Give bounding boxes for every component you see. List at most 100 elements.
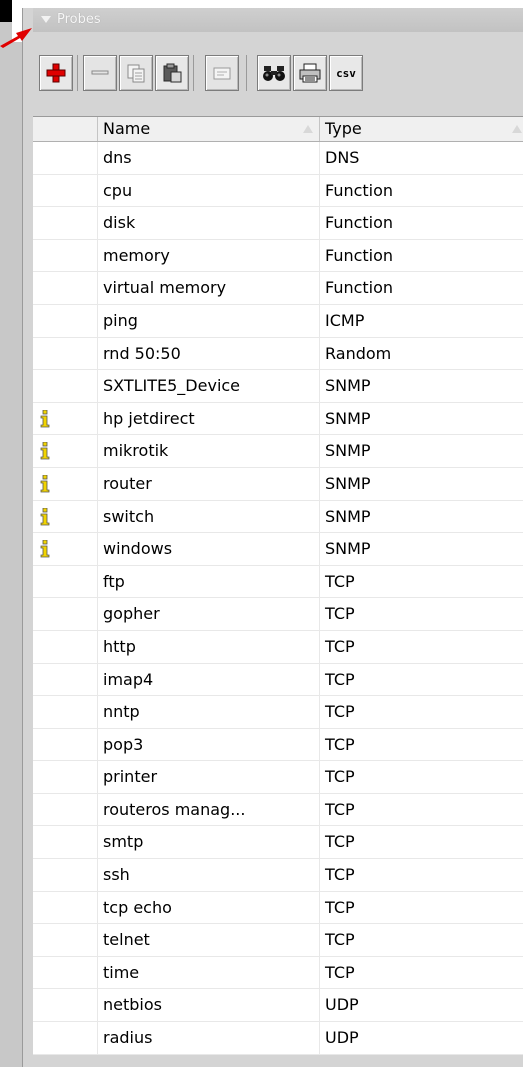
print-button[interactable] xyxy=(293,55,327,91)
probe-type: SNMP xyxy=(325,376,371,396)
probe-name: windows xyxy=(98,533,320,565)
table-row[interactable]: radius UDP xyxy=(33,1022,523,1055)
table-row[interactable]: windows SNMP xyxy=(33,533,523,566)
probe-type: TCP xyxy=(325,832,355,852)
probe-type: TCP xyxy=(325,930,355,950)
table-row[interactable]: telnet TCP xyxy=(33,924,523,957)
paste-button[interactable] xyxy=(155,55,189,91)
table-row[interactable]: rnd 50:50 Random xyxy=(33,337,523,371)
csv-label: csv xyxy=(336,66,356,80)
row-icon-cell xyxy=(33,239,98,272)
row-icon-cell xyxy=(33,142,98,174)
toolbar: csv xyxy=(33,34,523,91)
probe-name: telnet xyxy=(98,924,320,956)
table-row[interactable]: routeros manag... TCP xyxy=(33,793,523,827)
probe-name: virtual memory xyxy=(98,272,320,304)
table-row[interactable]: dns DNS xyxy=(33,142,523,175)
probe-name: ping xyxy=(98,304,320,337)
table-row[interactable]: time TCP xyxy=(33,956,523,990)
row-icon-cell xyxy=(33,533,98,565)
row-icon-cell xyxy=(33,989,98,1022)
probe-name: ftp xyxy=(98,565,320,598)
red-arrow-annotation xyxy=(0,28,32,48)
probe-type: TCP xyxy=(325,962,355,982)
probe-type: UDP xyxy=(325,1028,359,1048)
column-header-type[interactable]: Type xyxy=(320,117,523,141)
table-header: Name Type xyxy=(33,117,523,142)
row-icon-cell xyxy=(33,956,98,989)
probe-name: radius xyxy=(98,1022,320,1054)
toolbar-separator xyxy=(77,55,78,91)
table-row[interactable]: memory Function xyxy=(33,239,523,273)
probe-type: Function xyxy=(325,180,394,200)
table-row[interactable]: router SNMP xyxy=(33,467,523,501)
table-row[interactable]: imap4 TCP xyxy=(33,663,523,697)
row-icon-cell xyxy=(33,891,98,924)
table-row[interactable]: cpu Function xyxy=(33,174,523,208)
probe-name: mikrotik xyxy=(98,435,320,467)
toolbar-separator xyxy=(193,55,194,91)
info-icon xyxy=(40,474,50,493)
toolbar-separator xyxy=(246,55,247,91)
table-row[interactable]: mikrotik SNMP xyxy=(33,435,523,468)
table-row[interactable]: ftp TCP xyxy=(33,565,523,599)
table-row[interactable]: SXTLITE5_Device SNMP xyxy=(33,370,523,403)
table-row[interactable]: netbios UDP xyxy=(33,989,523,1023)
row-icon-cell xyxy=(33,304,98,337)
probe-type: Function xyxy=(325,278,394,298)
probe-type: DNS xyxy=(325,148,360,167)
table-row[interactable]: http TCP xyxy=(33,630,523,664)
column-header-icon[interactable] xyxy=(33,117,98,141)
table-row[interactable]: disk Function xyxy=(33,207,523,240)
row-icon-cell xyxy=(33,924,98,956)
copy-button[interactable] xyxy=(119,55,153,91)
sort-arrow-icon xyxy=(303,125,313,133)
paste-icon xyxy=(163,63,182,83)
row-icon-cell xyxy=(33,761,98,793)
probe-name: printer xyxy=(98,761,320,793)
probe-name: dns xyxy=(98,142,320,174)
add-button[interactable] xyxy=(39,55,73,91)
table-row[interactable]: ping ICMP xyxy=(33,304,523,338)
probe-type: TCP xyxy=(325,604,355,624)
panel-header[interactable]: Probes xyxy=(33,8,523,32)
probe-type: SNMP xyxy=(325,408,371,428)
table-row[interactable]: virtual memory Function xyxy=(33,272,523,305)
probe-name: cpu xyxy=(98,174,320,207)
probe-type: TCP xyxy=(325,702,355,722)
row-icon-cell xyxy=(33,370,98,402)
csv-export-button[interactable]: csv xyxy=(329,55,363,91)
row-icon-cell xyxy=(33,174,98,207)
table-row[interactable]: tcp echo TCP xyxy=(33,891,523,925)
column-header-name[interactable]: Name xyxy=(98,117,320,141)
probe-type: SNMP xyxy=(325,539,371,559)
table-row[interactable]: pop3 TCP xyxy=(33,728,523,762)
table-row[interactable]: nntp TCP xyxy=(33,696,523,729)
row-icon-cell xyxy=(33,435,98,467)
window-frame xyxy=(0,0,22,1067)
copy-icon xyxy=(127,64,145,83)
probe-name: memory xyxy=(98,239,320,272)
table-row[interactable]: switch SNMP xyxy=(33,500,523,534)
info-icon xyxy=(40,409,50,428)
probe-name: disk xyxy=(98,207,320,239)
table-row[interactable]: printer TCP xyxy=(33,761,523,794)
probe-type: SNMP xyxy=(325,473,371,493)
table-row[interactable]: ssh TCP xyxy=(33,859,523,892)
collapse-triangle-icon[interactable] xyxy=(41,15,51,23)
remove-button[interactable] xyxy=(83,55,117,91)
table-row[interactable]: smtp TCP xyxy=(33,826,523,860)
probe-type: TCP xyxy=(325,865,355,885)
table-row[interactable]: hp jetdirect SNMP xyxy=(33,402,523,436)
info-icon xyxy=(40,540,50,558)
table-row[interactable]: gopher TCP xyxy=(33,598,523,631)
find-icon xyxy=(263,66,285,81)
row-icon-cell xyxy=(33,859,98,891)
probe-type: ICMP xyxy=(325,310,365,330)
row-icon-cell xyxy=(33,272,98,304)
probe-name: http xyxy=(98,630,320,663)
find-button[interactable] xyxy=(257,55,291,91)
comment-button[interactable] xyxy=(205,55,239,91)
row-icon-cell xyxy=(33,565,98,598)
probe-type: Random xyxy=(325,343,392,363)
